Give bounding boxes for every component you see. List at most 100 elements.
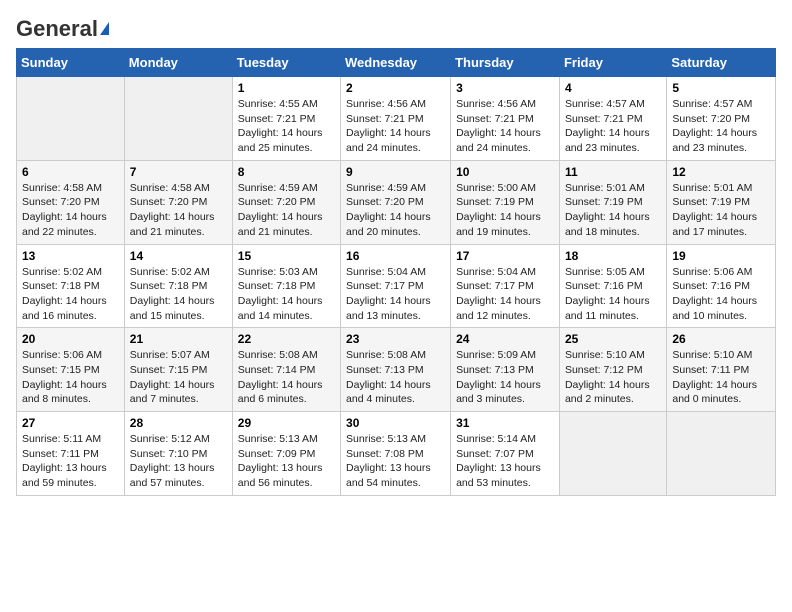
calendar-cell: 1 Sunrise: 4:55 AMSunset: 7:21 PMDaylight… bbox=[232, 77, 340, 161]
calendar-cell: 4 Sunrise: 4:57 AMSunset: 7:21 PMDaylight… bbox=[559, 77, 666, 161]
day-info: Sunrise: 5:02 AMSunset: 7:18 PMDaylight:… bbox=[130, 265, 227, 324]
day-info: Sunrise: 4:56 AMSunset: 7:21 PMDaylight:… bbox=[456, 97, 554, 156]
day-info: Sunrise: 5:04 AMSunset: 7:17 PMDaylight:… bbox=[456, 265, 554, 324]
day-number: 6 bbox=[22, 165, 119, 179]
day-info: Sunrise: 5:03 AMSunset: 7:18 PMDaylight:… bbox=[238, 265, 335, 324]
calendar-cell bbox=[667, 412, 776, 496]
day-info: Sunrise: 5:10 AMSunset: 7:11 PMDaylight:… bbox=[672, 348, 770, 407]
day-info: Sunrise: 5:01 AMSunset: 7:19 PMDaylight:… bbox=[565, 181, 661, 240]
day-info: Sunrise: 5:08 AMSunset: 7:13 PMDaylight:… bbox=[346, 348, 445, 407]
calendar-cell: 10Sunrise: 5:00 AMSunset: 7:19 PMDayligh… bbox=[451, 160, 560, 244]
day-number: 20 bbox=[22, 332, 119, 346]
logo: General bbox=[16, 16, 109, 38]
day-number: 24 bbox=[456, 332, 554, 346]
day-info: Sunrise: 5:10 AMSunset: 7:12 PMDaylight:… bbox=[565, 348, 661, 407]
day-number: 1 bbox=[238, 81, 335, 95]
day-info: Sunrise: 4:56 AMSunset: 7:21 PMDaylight:… bbox=[346, 97, 445, 156]
calendar-cell: 18 Sunrise: 5:05 AMSunset: 7:16 PMDayligh… bbox=[559, 244, 666, 328]
logo-general: General bbox=[16, 16, 98, 42]
day-info: Sunrise: 5:09 AMSunset: 7:13 PMDaylight:… bbox=[456, 348, 554, 407]
day-number: 8 bbox=[238, 165, 335, 179]
day-number: 5 bbox=[672, 81, 770, 95]
calendar-cell: 15 Sunrise: 5:03 AMSunset: 7:18 PMDayligh… bbox=[232, 244, 340, 328]
day-number: 26 bbox=[672, 332, 770, 346]
day-number: 18 bbox=[565, 249, 661, 263]
day-info: Sunrise: 4:58 AMSunset: 7:20 PMDaylight:… bbox=[22, 181, 119, 240]
calendar-cell: 31 Sunrise: 5:14 AMSunset: 7:07 PMDayligh… bbox=[451, 412, 560, 496]
day-number: 31 bbox=[456, 416, 554, 430]
day-number: 23 bbox=[346, 332, 445, 346]
day-info: Sunrise: 5:01 AMSunset: 7:19 PMDaylight:… bbox=[672, 181, 770, 240]
calendar-cell: 28 Sunrise: 5:12 AMSunset: 7:10 PMDayligh… bbox=[124, 412, 232, 496]
day-info: Sunrise: 4:59 AMSunset: 7:20 PMDaylight:… bbox=[238, 181, 335, 240]
weekday-header-sunday: Sunday bbox=[17, 49, 125, 77]
day-info: Sunrise: 5:14 AMSunset: 7:07 PMDaylight:… bbox=[456, 432, 554, 491]
weekday-header-friday: Friday bbox=[559, 49, 666, 77]
calendar-cell: 14Sunrise: 5:02 AMSunset: 7:18 PMDayligh… bbox=[124, 244, 232, 328]
calendar-table: SundayMondayTuesdayWednesdayThursdayFrid… bbox=[16, 48, 776, 496]
day-number: 17 bbox=[456, 249, 554, 263]
day-number: 30 bbox=[346, 416, 445, 430]
day-info: Sunrise: 4:55 AMSunset: 7:21 PMDaylight:… bbox=[238, 97, 335, 156]
calendar-cell: 19 Sunrise: 5:06 AMSunset: 7:16 PMDayligh… bbox=[667, 244, 776, 328]
weekday-header-tuesday: Tuesday bbox=[232, 49, 340, 77]
calendar-cell: 26 Sunrise: 5:10 AMSunset: 7:11 PMDayligh… bbox=[667, 328, 776, 412]
calendar-cell: 20 Sunrise: 5:06 AMSunset: 7:15 PMDayligh… bbox=[17, 328, 125, 412]
day-number: 28 bbox=[130, 416, 227, 430]
day-info: Sunrise: 5:13 AMSunset: 7:08 PMDaylight:… bbox=[346, 432, 445, 491]
calendar-cell: 17 Sunrise: 5:04 AMSunset: 7:17 PMDayligh… bbox=[451, 244, 560, 328]
day-info: Sunrise: 5:12 AMSunset: 7:10 PMDaylight:… bbox=[130, 432, 227, 491]
weekday-header-monday: Monday bbox=[124, 49, 232, 77]
day-info: Sunrise: 5:04 AMSunset: 7:17 PMDaylight:… bbox=[346, 265, 445, 324]
day-info: Sunrise: 4:59 AMSunset: 7:20 PMDaylight:… bbox=[346, 181, 445, 240]
calendar-cell bbox=[559, 412, 666, 496]
day-number: 7 bbox=[130, 165, 227, 179]
day-info: Sunrise: 4:57 AMSunset: 7:21 PMDaylight:… bbox=[565, 97, 661, 156]
day-info: Sunrise: 5:02 AMSunset: 7:18 PMDaylight:… bbox=[22, 265, 119, 324]
calendar-header: SundayMondayTuesdayWednesdayThursdayFrid… bbox=[17, 49, 776, 77]
day-info: Sunrise: 4:58 AMSunset: 7:20 PMDaylight:… bbox=[130, 181, 227, 240]
day-info: Sunrise: 4:57 AMSunset: 7:20 PMDaylight:… bbox=[672, 97, 770, 156]
calendar-cell bbox=[17, 77, 125, 161]
day-info: Sunrise: 5:05 AMSunset: 7:16 PMDaylight:… bbox=[565, 265, 661, 324]
day-number: 25 bbox=[565, 332, 661, 346]
day-number: 29 bbox=[238, 416, 335, 430]
day-info: Sunrise: 5:06 AMSunset: 7:15 PMDaylight:… bbox=[22, 348, 119, 407]
day-number: 21 bbox=[130, 332, 227, 346]
calendar-cell: 6 Sunrise: 4:58 AMSunset: 7:20 PMDaylight… bbox=[17, 160, 125, 244]
day-number: 13 bbox=[22, 249, 119, 263]
calendar-cell: 16 Sunrise: 5:04 AMSunset: 7:17 PMDayligh… bbox=[341, 244, 451, 328]
day-number: 15 bbox=[238, 249, 335, 263]
calendar-cell: 21 Sunrise: 5:07 AMSunset: 7:15 PMDayligh… bbox=[124, 328, 232, 412]
page-header: General bbox=[16, 16, 776, 38]
calendar-cell: 3Sunrise: 4:56 AMSunset: 7:21 PMDaylight… bbox=[451, 77, 560, 161]
day-number: 12 bbox=[672, 165, 770, 179]
calendar-cell: 12 Sunrise: 5:01 AMSunset: 7:19 PMDayligh… bbox=[667, 160, 776, 244]
day-number: 19 bbox=[672, 249, 770, 263]
day-number: 11 bbox=[565, 165, 661, 179]
day-number: 2 bbox=[346, 81, 445, 95]
day-number: 4 bbox=[565, 81, 661, 95]
calendar-cell: 2 Sunrise: 4:56 AMSunset: 7:21 PMDaylight… bbox=[341, 77, 451, 161]
calendar-cell: 8 Sunrise: 4:59 AMSunset: 7:20 PMDaylight… bbox=[232, 160, 340, 244]
calendar-cell bbox=[124, 77, 232, 161]
calendar-cell: 11 Sunrise: 5:01 AMSunset: 7:19 PMDayligh… bbox=[559, 160, 666, 244]
calendar-cell: 27 Sunrise: 5:11 AMSunset: 7:11 PMDayligh… bbox=[17, 412, 125, 496]
calendar-cell: 30 Sunrise: 5:13 AMSunset: 7:08 PMDayligh… bbox=[341, 412, 451, 496]
day-info: Sunrise: 5:08 AMSunset: 7:14 PMDaylight:… bbox=[238, 348, 335, 407]
weekday-header-saturday: Saturday bbox=[667, 49, 776, 77]
day-info: Sunrise: 5:11 AMSunset: 7:11 PMDaylight:… bbox=[22, 432, 119, 491]
calendar-cell: 5 Sunrise: 4:57 AMSunset: 7:20 PMDaylight… bbox=[667, 77, 776, 161]
day-number: 9 bbox=[346, 165, 445, 179]
weekday-header-wednesday: Wednesday bbox=[341, 49, 451, 77]
day-info: Sunrise: 5:06 AMSunset: 7:16 PMDaylight:… bbox=[672, 265, 770, 324]
day-info: Sunrise: 5:13 AMSunset: 7:09 PMDaylight:… bbox=[238, 432, 335, 491]
day-number: 16 bbox=[346, 249, 445, 263]
day-info: Sunrise: 5:07 AMSunset: 7:15 PMDaylight:… bbox=[130, 348, 227, 407]
calendar-cell: 9 Sunrise: 4:59 AMSunset: 7:20 PMDaylight… bbox=[341, 160, 451, 244]
day-number: 22 bbox=[238, 332, 335, 346]
day-number: 27 bbox=[22, 416, 119, 430]
calendar-cell: 13 Sunrise: 5:02 AMSunset: 7:18 PMDayligh… bbox=[17, 244, 125, 328]
weekday-header-thursday: Thursday bbox=[451, 49, 560, 77]
calendar-cell: 23 Sunrise: 5:08 AMSunset: 7:13 PMDayligh… bbox=[341, 328, 451, 412]
